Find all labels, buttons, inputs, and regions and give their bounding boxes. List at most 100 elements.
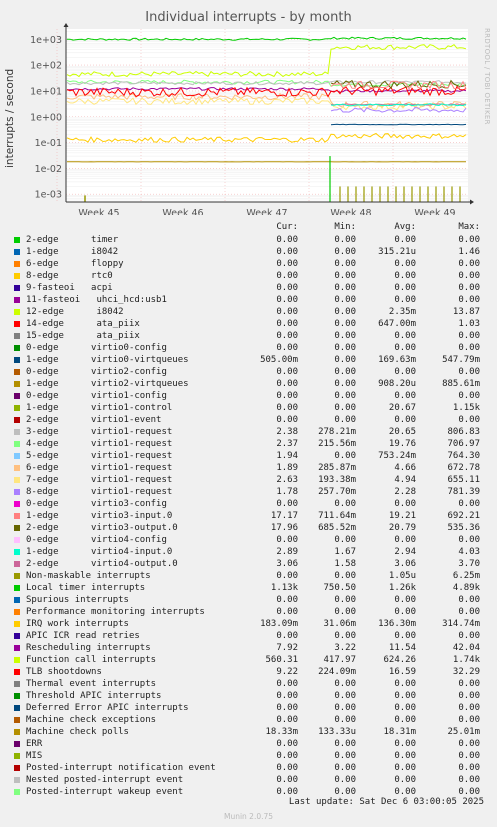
legend-avg: 0.00 <box>394 235 416 245</box>
legend-label: 8-edge rtc0 <box>26 271 113 281</box>
x-tick-label: Week 48 <box>330 208 371 215</box>
legend-cur: 0.00 <box>276 739 298 749</box>
legend-cur: 0.00 <box>276 319 298 329</box>
legend-row: 1-edge virtio4-input.0 2.89 1.67 2.94 4.03 <box>12 546 492 558</box>
legend-avg: 16.59 <box>388 667 416 677</box>
legend-max: 0.00 <box>458 535 480 545</box>
legend-label: 3-edge virtio1-request <box>26 427 173 437</box>
legend-swatch <box>14 717 20 723</box>
legend-cur: 0.00 <box>276 535 298 545</box>
legend-label: APIC ICR read retries <box>26 631 140 641</box>
header-min: Min: <box>334 222 356 232</box>
legend-label: 1-edge virtio0-virtqueues <box>26 355 189 365</box>
legend-swatch <box>14 513 20 519</box>
legend-min: 1.58 <box>334 559 356 569</box>
legend-avg: 18.31m <box>383 727 416 737</box>
legend-cur: 1.89 <box>276 463 298 473</box>
legend-swatch <box>14 333 20 339</box>
legend-max: 781.39 <box>447 487 480 497</box>
legend-avg: 0.00 <box>394 763 416 773</box>
legend-max: 0.00 <box>458 691 480 701</box>
legend-row: TLB shootdowns 9.22 224.09m 16.59 32.29 <box>12 666 492 678</box>
legend-min: 0.00 <box>334 355 356 365</box>
legend-min: 0.00 <box>334 595 356 605</box>
legend-swatch <box>14 573 20 579</box>
legend-avg: 19.76 <box>388 439 416 449</box>
legend-avg: 0.00 <box>394 751 416 761</box>
legend-label: 14-edge ata_piix <box>26 319 140 329</box>
legend-max: 0.00 <box>458 235 480 245</box>
legend-avg: 136.30m <box>378 619 416 629</box>
legend-row: 6-edge floppy 0.00 0.00 0.00 0.00 <box>12 258 492 270</box>
legend-label: Local timer interrupts <box>26 583 146 593</box>
legend-min: 0.00 <box>334 307 356 317</box>
legend-max: 0.00 <box>458 499 480 509</box>
legend-avg: 624.26 <box>383 655 416 665</box>
legend-cur: 0.00 <box>276 367 298 377</box>
legend-max: 885.61m <box>442 379 480 389</box>
legend-cur: 1.78 <box>276 487 298 497</box>
legend-swatch <box>14 273 20 279</box>
legend-row: 12-edge i8042 0.00 0.00 2.35m 13.87 <box>12 306 492 318</box>
legend-max: 0.00 <box>458 715 480 725</box>
legend-cur: 0.00 <box>276 595 298 605</box>
legend-avg: 4.94 <box>394 475 416 485</box>
legend-swatch <box>14 237 20 243</box>
legend-max: 25.01m <box>447 727 480 737</box>
legend-max: 0.00 <box>458 415 480 425</box>
legend-label: Machine check exceptions <box>26 715 157 725</box>
legend-swatch <box>14 453 20 459</box>
legend-label: 7-edge virtio1-request <box>26 475 173 485</box>
legend-label: 0-edge virtio4-config <box>26 535 167 545</box>
legend-cur: 0.00 <box>276 631 298 641</box>
legend-label: 2-edge virtio1-event <box>26 415 162 425</box>
legend-label: Rescheduling interrupts <box>26 643 151 653</box>
legend-min: 0.00 <box>334 247 356 257</box>
legend-avg: 11.54 <box>388 643 416 653</box>
legend-cur: 3.06 <box>276 559 298 569</box>
legend-label: 6-edge virtio1-request <box>26 463 173 473</box>
legend-label: Spurious interrupts <box>26 595 129 605</box>
legend-min: 0.00 <box>334 535 356 545</box>
legend-max: 3.70 <box>458 559 480 569</box>
legend-label: 2-edge virtio3-output.0 <box>26 523 178 533</box>
legend-label: Nested posted-interrupt event <box>26 775 184 785</box>
legend-row: 0-edge virtio0-config 0.00 0.00 0.00 0.00 <box>12 342 492 354</box>
legend-swatch <box>14 537 20 543</box>
legend-min: 0.00 <box>334 763 356 773</box>
legend-min: 1.67 <box>334 547 356 557</box>
legend-row: Rescheduling interrupts 7.92 3.22 11.54 42.0… <box>12 642 492 654</box>
legend-swatch <box>14 705 20 711</box>
legend-min: 0.00 <box>334 451 356 461</box>
legend-row: 15-edge ata_piix 0.00 0.00 0.00 0.00 <box>12 330 492 342</box>
legend-row: 6-edge virtio1-request 1.89 285.87m 4.66 672… <box>12 462 492 474</box>
rrdtool-credit: RRDTOOL / TOBI OETIKER <box>483 28 491 125</box>
legend-row: 5-edge virtio1-request 1.94 0.00 753.24m 764… <box>12 450 492 462</box>
legend-row: 1-edge i8042 0.00 0.00 315.21u 1.46 <box>12 246 492 258</box>
legend-table: Cur: Min: Avg: Max: 2-edge timer 0.00 0.00… <box>12 222 492 798</box>
legend-cur: 17.96 <box>270 523 298 533</box>
legend-cur: 560.31 <box>265 655 298 665</box>
legend-cur: 0.00 <box>276 607 298 617</box>
legend-swatch <box>14 597 20 603</box>
legend-max: 13.87 <box>452 307 480 317</box>
legend-min: 0.00 <box>334 367 356 377</box>
legend-swatch <box>14 789 20 795</box>
legend-max: 0.00 <box>458 751 480 761</box>
legend-avg: 908.20u <box>378 379 416 389</box>
legend-cur: 9.22 <box>276 667 298 677</box>
legend-swatch <box>14 729 20 735</box>
legend-label: 15-edge ata_piix <box>26 331 140 341</box>
legend-cur: 0.00 <box>276 259 298 269</box>
legend-min: 0.00 <box>334 751 356 761</box>
legend-avg: 647.00m <box>378 319 416 329</box>
legend-cur: 0.00 <box>276 679 298 689</box>
legend-row: 3-edge virtio1-request 2.38 278.21m 20.65 80… <box>12 426 492 438</box>
legend-avg: 0.00 <box>394 595 416 605</box>
legend-avg: 0.00 <box>394 715 416 725</box>
legend-avg: 315.21u <box>378 247 416 257</box>
legend-min: 0.00 <box>334 571 356 581</box>
legend-label: 1-edge virtio3-input.0 <box>26 511 173 521</box>
legend-max: 4.03 <box>458 547 480 557</box>
legend-label: 8-edge virtio1-request <box>26 487 173 497</box>
